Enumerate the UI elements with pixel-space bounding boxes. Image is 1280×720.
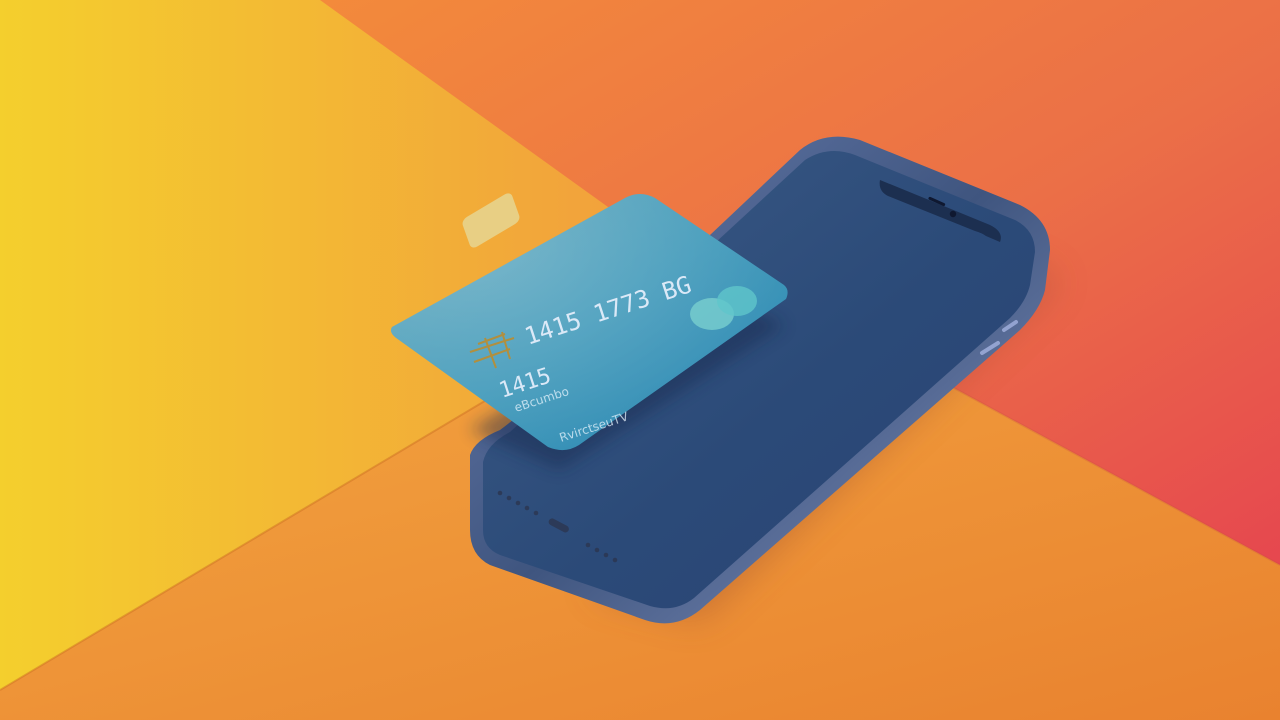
payment-scene: 1415 1773 BG 1415 eBcumbo RvirctseuTV [0,0,1280,720]
front-camera-icon [949,210,957,218]
